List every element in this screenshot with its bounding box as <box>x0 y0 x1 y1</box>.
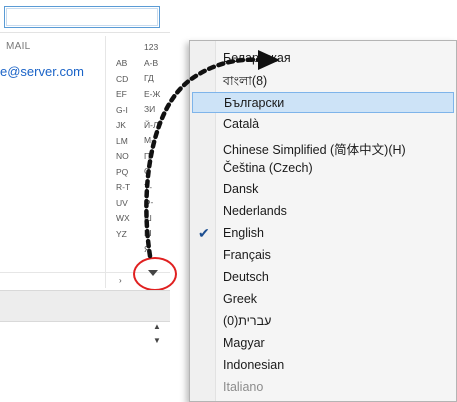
alphabet-index-item[interactable]: С <box>144 166 150 176</box>
language-menu-item-label: Deutsch <box>223 270 269 284</box>
language-menu-item[interactable]: Català <box>192 114 454 135</box>
language-menu-item[interactable]: ✔ English <box>192 223 454 244</box>
language-menu-item-label: Беларуская <box>223 51 291 65</box>
status-bar <box>0 290 170 322</box>
alphabet-index-item[interactable]: NO <box>116 151 129 161</box>
language-menu: Беларуская বাংলা(8) Български Català Chinese… <box>189 40 457 402</box>
language-menu-item[interactable]: Chinese Simplified (简体中文)(H) <box>192 136 454 157</box>
language-menu-item-label: Italiano <box>223 379 264 394</box>
scroll-down-icon[interactable]: ▼ <box>153 336 161 345</box>
scroll-up-icon[interactable]: ▲ <box>153 322 161 331</box>
alphabet-index-item[interactable]: М- <box>144 135 154 145</box>
column-divider <box>105 36 106 288</box>
language-menu-item-label: עברית(0) <box>223 313 272 328</box>
alphabet-index-item[interactable]: Ы <box>144 228 152 238</box>
alphabet-index-item[interactable]: A-B <box>144 58 158 68</box>
divider <box>0 32 170 33</box>
alphabet-index-item[interactable]: ЗИ <box>144 104 155 114</box>
column-header-mail[interactable]: MAIL <box>6 41 31 52</box>
language-menu-item[interactable]: Български <box>192 91 454 113</box>
language-menu-item[interactable]: Italiano <box>192 377 454 398</box>
alphabet-index-item[interactable]: ГД <box>144 73 154 83</box>
language-menu-item[interactable]: Deutsch <box>192 267 454 288</box>
alphabet-index-item[interactable]: LM <box>116 136 128 146</box>
language-menu-item-label: Català <box>223 116 260 131</box>
alphabet-index-item[interactable]: 123 <box>144 42 158 52</box>
language-menu-item-label: Greek <box>223 291 258 306</box>
alphabet-index-item[interactable]: JK <box>116 120 126 130</box>
vertical-scrollbar[interactable]: ▲ ▼ <box>150 322 166 402</box>
alphabet-index-item[interactable]: G-I <box>116 105 128 115</box>
language-menu-item-label: Dansk <box>223 182 259 197</box>
app-window: MAIL e@server.com AB CD EF G-I JK LM NO PQ R-T UV… <box>0 0 200 402</box>
language-menu-item[interactable]: Greek <box>192 289 454 310</box>
language-menu-item[interactable]: עברית(0) <box>192 311 454 332</box>
alphabet-index-item[interactable]: EF <box>116 89 127 99</box>
scroll-right-icon[interactable]: › <box>119 276 122 285</box>
language-menu-item[interactable]: Беларуская <box>192 48 454 69</box>
language-menu-item[interactable]: Dansk <box>192 179 454 200</box>
alphabet-index-item[interactable]: Ф- <box>144 197 153 207</box>
alphabet-index-item[interactable]: R-T <box>116 182 130 192</box>
language-menu-item[interactable]: বাংলা(8) <box>192 70 454 91</box>
alphabet-index-item[interactable]: Ш <box>144 213 152 223</box>
alphabet-index-item[interactable]: Е-Ж <box>144 89 160 99</box>
language-menu-item-label: Nederlands <box>223 204 287 219</box>
contact-email[interactable]: e@server.com <box>0 64 84 79</box>
search-input[interactable] <box>4 6 160 28</box>
alphabet-index-item[interactable]: UV <box>116 198 128 208</box>
alphabet-index-item[interactable]: YZ <box>116 229 127 239</box>
alphabet-index-item[interactable]: Й-Л <box>144 120 159 130</box>
language-menu-item[interactable]: Čeština (Czech) <box>192 158 454 179</box>
language-menu-item[interactable]: Français <box>192 245 454 266</box>
callout-circle <box>133 257 177 291</box>
alphabet-index-item[interactable]: AB <box>116 58 127 68</box>
language-menu-item-label: Magyar <box>223 335 265 350</box>
language-menu-item-label: বাংলা(8) <box>223 73 268 88</box>
language-menu-item-label: Čeština (Czech) <box>223 160 313 175</box>
language-menu-item-label: English <box>223 226 264 241</box>
language-menu-item[interactable]: Magyar <box>192 333 454 354</box>
alphabet-index-item[interactable]: Я <box>144 244 150 254</box>
checkmark-icon: ✔ <box>198 225 210 242</box>
language-menu-item-label: Français <box>223 248 271 263</box>
language-menu-item-label: Indonesian <box>223 357 285 372</box>
language-menu-item-label: Chinese Simplified (简体中文)(H) <box>223 142 406 157</box>
alphabet-index-item[interactable]: Т- <box>144 182 152 192</box>
language-menu-item[interactable]: Nederlands <box>192 201 454 222</box>
language-menu-item-label: Български <box>224 95 285 110</box>
alphabet-index-item[interactable]: PQ <box>116 167 128 177</box>
alphabet-index-item[interactable]: CD <box>116 74 128 84</box>
language-menu-item[interactable]: Indonesian <box>192 355 454 376</box>
alphabet-index-item[interactable]: WX <box>116 213 130 223</box>
alphabet-index-item[interactable]: П <box>144 151 150 161</box>
